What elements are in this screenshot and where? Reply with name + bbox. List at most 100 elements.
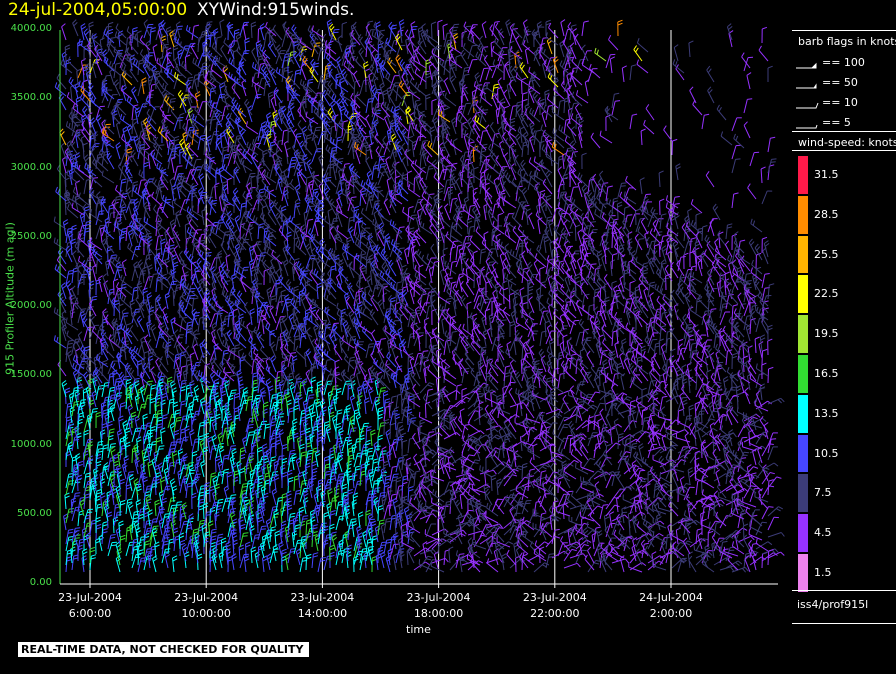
wind-barb-flag <box>177 438 183 440</box>
wind-barb-shaft <box>251 465 257 480</box>
wind-barb-flag <box>263 460 269 464</box>
wind-barb-flag <box>133 104 139 107</box>
wind-barb-shaft <box>91 64 97 79</box>
wind-barb-flag <box>92 245 95 251</box>
wind-barb-flag <box>78 460 84 464</box>
wind-barb-flag <box>60 96 65 101</box>
wind-barb-flag <box>251 21 256 25</box>
wind-barb-flag <box>249 507 255 511</box>
wind-barb-shaft <box>248 340 259 352</box>
wind-barb-flag <box>117 340 121 346</box>
wind-barb-flag <box>171 485 177 489</box>
wind-barb-shaft <box>242 26 247 41</box>
wind-barb-shaft <box>72 344 79 359</box>
wind-barb-flag <box>201 339 206 344</box>
wind-barb-flag <box>98 355 101 362</box>
wind-barb-shaft <box>251 360 255 375</box>
wind-barb-flag <box>199 501 205 504</box>
wind-barb-flag <box>135 60 138 66</box>
wind-barb-flag <box>179 258 182 264</box>
wind-barb-flag <box>110 449 116 453</box>
wind-barb-flag <box>123 66 126 72</box>
wind-barb-flag <box>188 218 193 224</box>
wind-barb-flag <box>223 468 230 471</box>
wind-barb-flag <box>234 392 240 396</box>
wind-barb-shaft <box>257 56 260 72</box>
wind-barb-flag <box>174 429 180 433</box>
wind-barb-shaft <box>114 225 127 235</box>
wind-barb-flag <box>186 206 190 212</box>
wind-barb-flag <box>239 158 242 164</box>
wind-barb-shaft <box>56 168 67 181</box>
wind-barb-flag <box>84 206 90 209</box>
wind-barb-flag <box>238 316 244 320</box>
wind-barb-flag <box>258 223 264 226</box>
wind-barb-shaft <box>121 262 127 277</box>
wind-barb-flag <box>227 474 233 478</box>
wind-barb-flag <box>102 409 109 412</box>
wind-barb-flag <box>166 26 172 30</box>
wind-barb-flag <box>194 314 200 317</box>
wind-barb-flag <box>61 282 66 287</box>
wind-barb-flag <box>195 333 201 335</box>
wind-barb-shaft <box>241 356 253 368</box>
wind-barb-shaft <box>233 30 236 46</box>
wind-barb-flag <box>56 239 59 245</box>
wind-barb-shaft <box>143 221 157 230</box>
wind-barb-flag <box>189 467 194 471</box>
wind-barb-flag <box>156 218 160 224</box>
wind-barb-flag <box>192 450 198 454</box>
wind-barb-flag <box>65 317 68 323</box>
wind-barb-shaft <box>269 395 273 410</box>
wind-barb-flag <box>147 295 153 299</box>
wind-barb-flag <box>153 525 159 527</box>
wind-barb-flag <box>141 373 145 379</box>
wind-barb-flag <box>174 198 177 204</box>
wind-barb-flag <box>165 554 170 558</box>
wind-barb-flag <box>243 532 249 534</box>
wind-barb-shaft <box>233 394 235 410</box>
wind-barb-flag <box>135 418 141 422</box>
wind-barb-flag <box>74 509 80 511</box>
wind-barb-flag <box>198 508 204 511</box>
wind-barb-shaft <box>226 179 229 195</box>
wind-barb-shaft <box>184 224 187 240</box>
wind-barb-flag <box>159 144 165 146</box>
wind-barb-flag <box>163 540 169 543</box>
wind-barb-flag <box>116 514 122 516</box>
wind-barb-flag <box>71 224 77 228</box>
wind-barb-flag <box>84 162 87 168</box>
wind-barb-shaft <box>263 33 267 48</box>
wind-barb-shaft <box>106 156 115 170</box>
wind-barb-flag <box>121 336 124 342</box>
wind-barb-flag <box>239 547 245 551</box>
wind-barb-flag <box>222 339 225 346</box>
wind-barb-shaft <box>107 374 111 389</box>
wind-barb-flag <box>206 135 212 139</box>
wind-barb-flag <box>136 315 141 321</box>
wind-barb-shaft <box>125 500 129 515</box>
wind-barb-flag <box>95 414 101 418</box>
wind-barb-flag <box>120 374 125 379</box>
wind-barb-shaft <box>191 439 196 454</box>
wind-barb-flag <box>81 117 87 121</box>
wind-barb-shaft <box>128 42 139 55</box>
wind-barb-flag <box>173 530 179 534</box>
wind-barb-flag <box>242 485 248 488</box>
wind-barb-flag <box>56 255 61 261</box>
wind-barb-flag <box>113 463 119 467</box>
wind-barb-flag <box>96 489 102 492</box>
wind-barb-flag <box>111 258 115 264</box>
wind-barb-flag <box>223 471 229 474</box>
wind-barb-shaft <box>119 438 121 454</box>
wind-barb-flag <box>164 537 170 539</box>
wind-barb-flag <box>158 234 164 237</box>
wind-barb-shaft <box>257 476 259 492</box>
wind-barb-flag <box>211 538 217 541</box>
wind-barb-flag <box>120 402 126 405</box>
wind-barb-flag <box>162 341 165 347</box>
wind-barb-flag <box>67 350 72 355</box>
wind-barb-shaft <box>257 448 259 464</box>
wind-barb-flag <box>249 500 255 504</box>
wind-barb-flag <box>109 431 115 434</box>
